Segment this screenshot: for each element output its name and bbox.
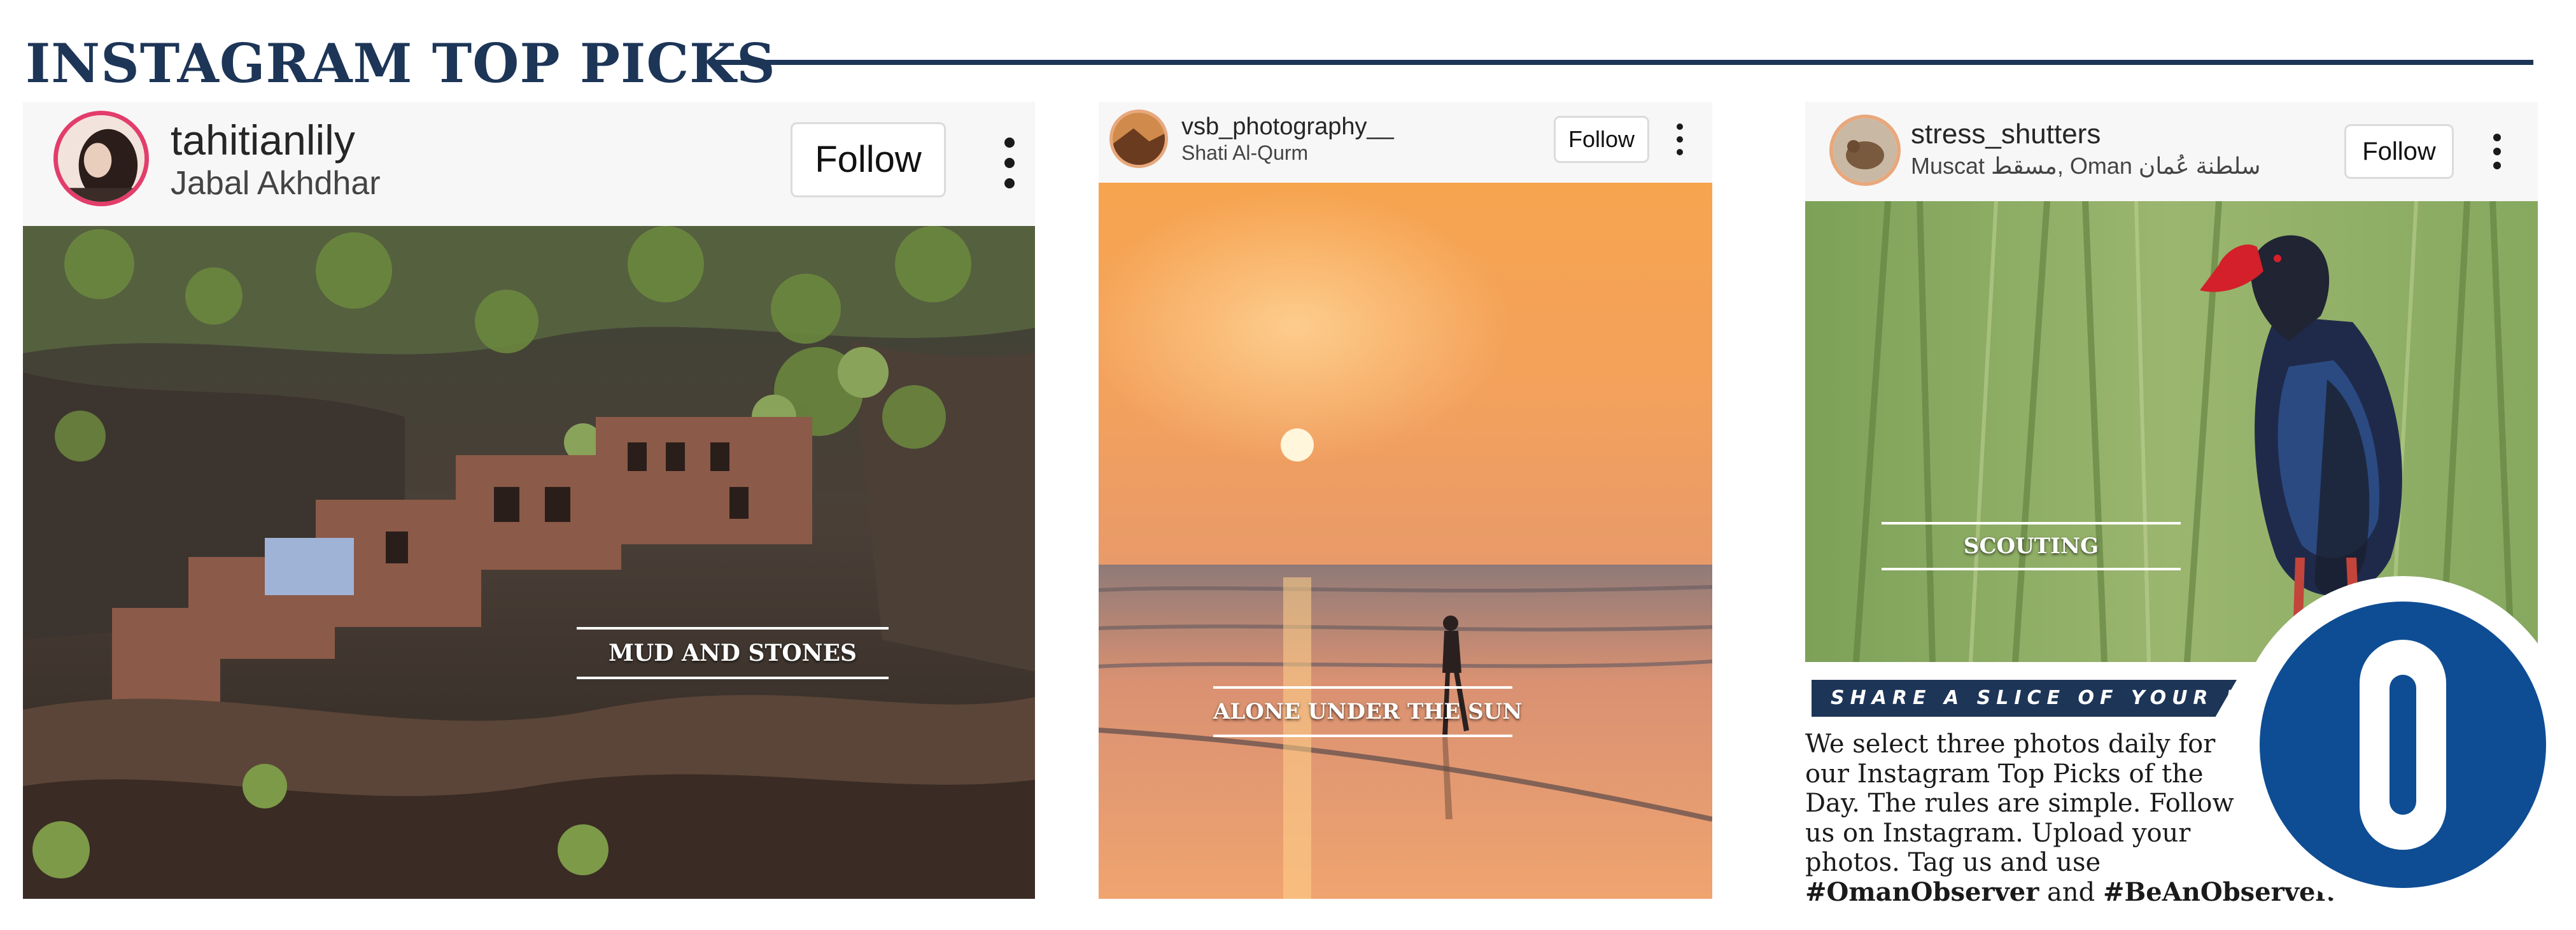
post-photo[interactable] [23,226,1035,899]
instagram-post-card: tahitianlily Jabal Akhdhar Follow MUD AN… [23,102,1035,899]
post-username[interactable]: stress_shutters [1911,118,2101,150]
avatar[interactable] [1829,115,1901,186]
photo-image-beach-sunset [1099,183,1712,899]
photo-caption: MUD AND STONES [577,627,889,679]
avatar-image [1833,118,1897,182]
avatar-image [1113,113,1165,165]
post-photo[interactable] [1099,183,1712,899]
section-rule [716,60,2533,65]
post-location[interactable]: Muscat مسقط, Oman سلطنة عُمان [1911,153,2260,180]
share-text-line: Day. The rules are simple. Follow [1805,789,2234,818]
post-username[interactable]: tahitianlily [171,116,355,164]
post-location[interactable]: Shati Al-Qurm [1181,141,1308,165]
more-options-icon[interactable] [997,137,1022,188]
more-options-icon[interactable] [1670,123,1689,155]
more-options-icon[interactable] [2486,134,2508,169]
section-title: INSTAGRAM TOP PICKS [25,32,776,95]
post-username[interactable]: vsb_photography__ [1181,113,1394,141]
photo-image-ruined-village [23,226,1035,899]
share-text-line: our Instagram Top Picks of the [1805,759,2204,789]
photo-caption: SCOUTING [1882,522,2181,570]
instagram-post-card: vsb_photography__ Shati Al-Qurm Follow A… [1099,102,1712,899]
post-location[interactable]: Jabal Akhdhar [171,164,381,202]
follow-button[interactable]: Follow [791,122,946,197]
observer-logo [2234,576,2572,913]
photo-caption: ALONE UNDER THE SUN [1213,686,1522,737]
share-text-line: We select three photos daily for [1805,729,2216,759]
follow-button[interactable]: Follow [2344,124,2454,179]
share-hashtags-line: #OmanObserver and #BeAnObserver. [1805,877,2335,908]
avatar[interactable] [53,111,149,206]
observer-logo-icon [2234,576,2572,913]
hashtag-oman-observer[interactable]: #OmanObserver [1805,877,2039,907]
follow-button[interactable]: Follow [1554,116,1649,163]
share-banner: SHARE A SLICE OF YOUR LIFE [1812,680,2237,717]
share-text-line: photos. Tag us and use [1805,848,2101,877]
share-description: We select three photos daily for our Ins… [1805,729,2335,908]
share-text-line: us on Instagram. Upload your [1805,818,2191,848]
avatar[interactable] [1109,109,1168,168]
hashtag-connector: and [2039,877,2103,907]
avatar-image [58,115,144,202]
